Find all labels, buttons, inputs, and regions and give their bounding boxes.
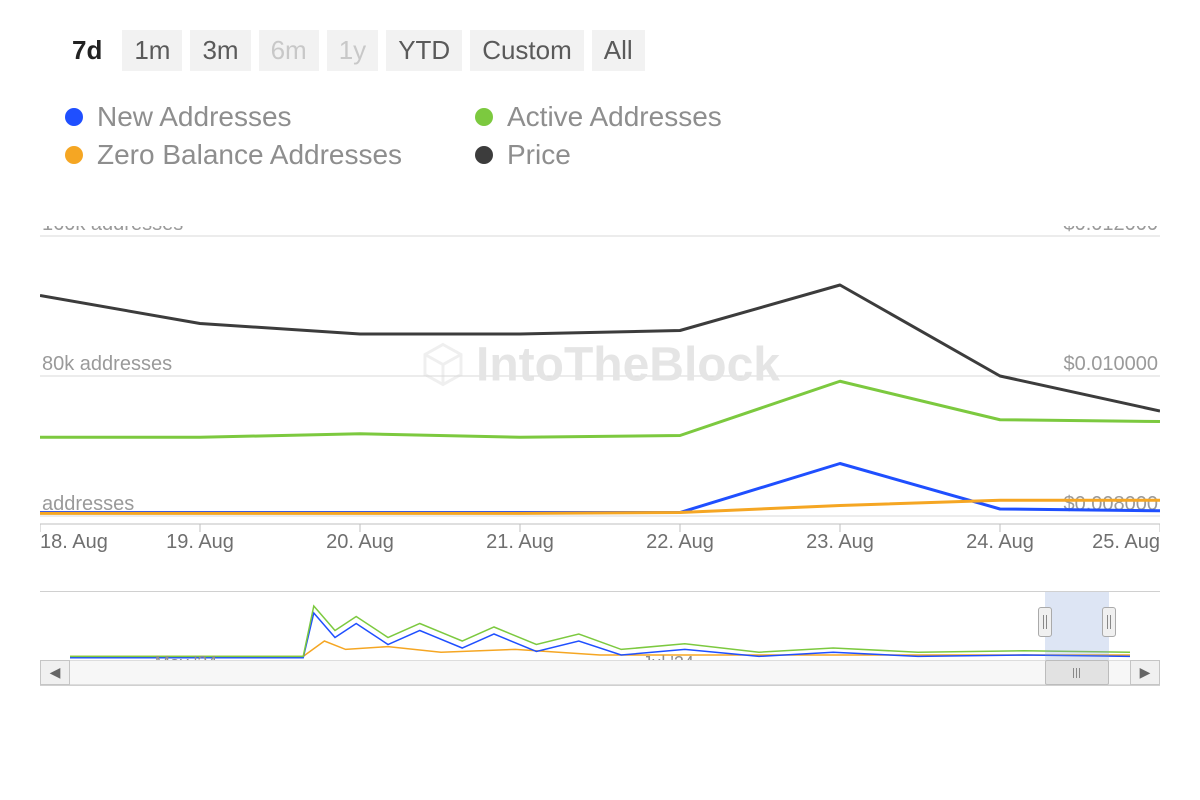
scrollbar-track[interactable] [70, 660, 1130, 685]
range-1y: 1y [327, 30, 378, 71]
range-all[interactable]: All [592, 30, 645, 71]
scrollbar-thumb[interactable] [1045, 660, 1109, 685]
svg-text:23. Aug: 23. Aug [806, 531, 874, 553]
range-custom[interactable]: Custom [470, 30, 584, 71]
scroll-left-button[interactable]: ◀ [40, 660, 70, 685]
svg-text:20. Aug: 20. Aug [326, 531, 394, 553]
legend-item-zero-balance-addresses[interactable]: Zero Balance Addresses [65, 139, 445, 171]
legend-label: New Addresses [97, 101, 292, 133]
chart-canvas: addresses80k addresses160k addresses$0.0… [40, 226, 1160, 556]
legend-label: Zero Balance Addresses [97, 139, 402, 171]
legend-swatch [475, 108, 493, 126]
svg-text:160k addresses: 160k addresses [42, 226, 183, 235]
legend-swatch [475, 146, 493, 164]
navigator-selection[interactable] [1045, 592, 1109, 660]
chart-legend: New Addresses Active Addresses Zero Balanc… [40, 101, 1160, 171]
range-ytd[interactable]: YTD [386, 30, 462, 71]
chart-navigator[interactable]: May '24Jul '24 ◀ ▶ [40, 591, 1160, 686]
svg-text:$0.010000: $0.010000 [1063, 353, 1158, 375]
range-3m[interactable]: 3m [190, 30, 250, 71]
range-selector: 7d1m3m6m1yYTDCustomAll [40, 30, 1160, 71]
range-1m[interactable]: 1m [122, 30, 182, 71]
svg-text:80k addresses: 80k addresses [42, 353, 172, 375]
navigator-handle-right[interactable] [1102, 607, 1116, 637]
legend-item-price[interactable]: Price [475, 139, 855, 171]
range-6m: 6m [259, 30, 319, 71]
svg-text:21. Aug: 21. Aug [486, 531, 554, 553]
legend-label: Active Addresses [507, 101, 722, 133]
svg-text:18. Aug: 18. Aug [40, 531, 108, 553]
svg-text:24. Aug: 24. Aug [966, 531, 1034, 553]
legend-swatch [65, 108, 83, 126]
legend-item-new-addresses[interactable]: New Addresses [65, 101, 445, 133]
legend-item-active-addresses[interactable]: Active Addresses [475, 101, 855, 133]
navigator-handle-left[interactable] [1038, 607, 1052, 637]
svg-text:19. Aug: 19. Aug [166, 531, 234, 553]
scroll-right-button[interactable]: ▶ [1130, 660, 1160, 685]
svg-text:25. Aug: 25. Aug [1092, 531, 1160, 553]
svg-text:$0.012000: $0.012000 [1063, 226, 1158, 235]
navigator-canvas [70, 592, 1130, 662]
legend-swatch [65, 146, 83, 164]
range-7d[interactable]: 7d [60, 30, 114, 71]
main-chart[interactable]: IntoTheBlock addresses80k addresses160k … [40, 226, 1160, 556]
legend-label: Price [507, 139, 571, 171]
svg-text:22. Aug: 22. Aug [646, 531, 714, 553]
